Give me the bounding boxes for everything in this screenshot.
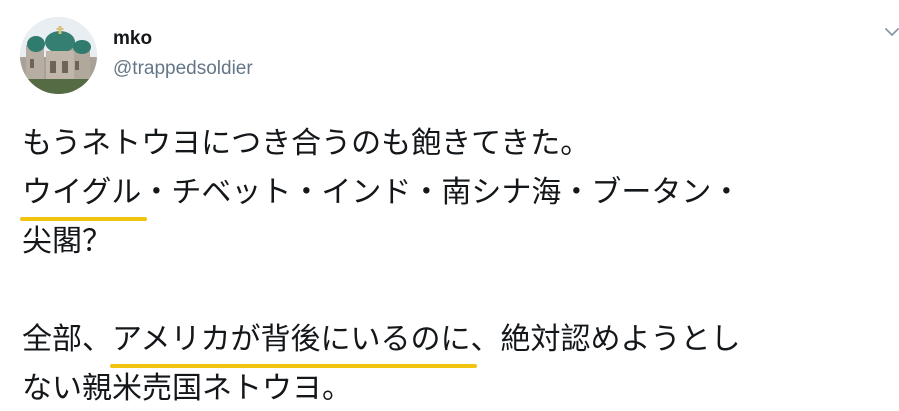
chevron-down-icon[interactable] — [884, 24, 899, 40]
tweet-line-3: 尖閣？ — [22, 224, 112, 259]
avatar-church-image — [20, 17, 97, 94]
user-handle[interactable]: @trappedsoldier — [113, 58, 253, 80]
tweet-line-4-post: 、絶対認めようとし — [470, 322, 741, 357]
tweet-line-4: 全部、アメリカが背後にいるのに、絶対認めようとし — [22, 315, 892, 368]
tweet-line-4-pre: 全部、 — [22, 322, 112, 357]
tweet-line-2: ウイグル・チベット・インド・南シナ海・ブータン・ — [19, 168, 892, 221]
tweet-line-2-rest: ・チベット・インド・南シナ海・ブータン・ — [141, 175, 742, 210]
highlighted-phrase-uyghur: ウイグル — [19, 168, 148, 221]
tweet-line-5: ない親米売国ネトウヨ。 — [22, 371, 352, 406]
tweet-text: もうネトウヨにつき合うのも飽きてきた。 ウイグル・チベット・インド・南シナ海・ブ… — [19, 119, 892, 411]
highlighted-phrase-america: アメリカが背後にいるのに — [110, 315, 476, 368]
tweet-card: mko @trappedsoldier もうネトウヨにつき合うのも飽きてきた。 … — [0, 0, 899, 411]
avatar[interactable] — [20, 17, 97, 94]
tweet-line-1: もうネトウヨにつき合うのも飽きてきた。 — [22, 126, 591, 161]
display-name[interactable]: mko — [113, 28, 152, 50]
